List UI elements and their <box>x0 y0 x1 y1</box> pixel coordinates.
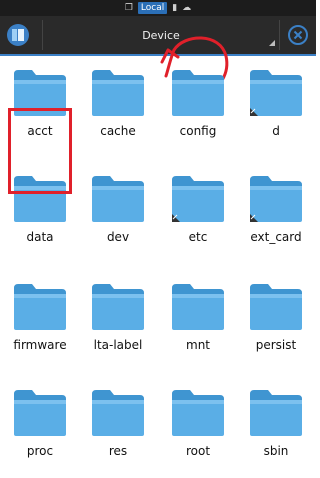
folder-label: config <box>179 124 217 138</box>
folder-label: etc <box>188 230 208 244</box>
local-indicator: Local <box>137 2 168 14</box>
status-bar: ❐ Local ▮ ☁ <box>0 0 316 16</box>
folder-label: firmware <box>13 338 67 352</box>
folder-label: mnt <box>186 338 210 352</box>
close-icon <box>288 25 308 45</box>
folder-icon <box>14 70 66 116</box>
folder-label: root <box>185 444 211 458</box>
folder-item[interactable]: mnt <box>162 272 234 372</box>
folder-icon <box>250 70 302 116</box>
folder-label: persist <box>255 338 297 352</box>
folder-label: cache <box>100 124 136 138</box>
folder-label: acct <box>27 124 53 138</box>
folder-label: lta-label <box>93 338 143 352</box>
folder-icon <box>250 284 302 330</box>
folder-item[interactable]: cache <box>82 58 154 158</box>
folder-item[interactable]: config <box>162 58 234 158</box>
toolbar: Device <box>0 16 316 56</box>
sd-card-icon: ▮ <box>172 3 178 13</box>
folder-icon <box>92 176 144 222</box>
folder-icon <box>250 390 302 436</box>
folder-label: res <box>108 444 128 458</box>
folder-icon <box>250 176 302 222</box>
cloud-icon: ☁ <box>182 3 192 13</box>
windows-button[interactable] <box>3 20 33 50</box>
folder-icon <box>92 70 144 116</box>
folder-icon <box>172 284 224 330</box>
folder-label: proc <box>26 444 54 458</box>
folder-label: dev <box>106 230 130 244</box>
folder-item[interactable]: res <box>82 378 154 478</box>
path-selector[interactable]: Device <box>42 20 280 50</box>
folder-item[interactable]: firmware <box>4 272 76 372</box>
folder-item[interactable]: ext_card <box>240 164 312 264</box>
copy-icon: ❐ <box>124 3 133 13</box>
windows-icon <box>7 24 29 46</box>
folder-item[interactable]: persist <box>240 272 312 372</box>
folder-item[interactable]: proc <box>4 378 76 478</box>
folder-item[interactable]: dev <box>82 164 154 264</box>
folder-grid: acct cache config d data dev etc ext_cardfirmwa… <box>0 58 316 466</box>
folder-item[interactable]: root <box>162 378 234 478</box>
folder-icon <box>14 284 66 330</box>
dropdown-indicator-icon <box>269 40 275 46</box>
folder-item[interactable]: d <box>240 58 312 158</box>
folder-item[interactable]: sbin <box>240 378 312 478</box>
close-button[interactable] <box>285 22 311 48</box>
folder-icon <box>172 390 224 436</box>
folder-icon <box>14 176 66 222</box>
folder-item[interactable]: acct <box>4 58 76 158</box>
folder-item[interactable]: lta-label <box>82 272 154 372</box>
folder-item[interactable]: data <box>4 164 76 264</box>
folder-icon <box>92 390 144 436</box>
folder-label: sbin <box>263 444 289 458</box>
folder-icon <box>92 284 144 330</box>
folder-icon <box>172 176 224 222</box>
folder-icon <box>14 390 66 436</box>
page-title: Device <box>142 28 180 42</box>
folder-label: ext_card <box>250 230 302 244</box>
folder-item[interactable]: etc <box>162 164 234 264</box>
folder-label: data <box>26 230 54 244</box>
folder-label: d <box>272 124 280 138</box>
folder-icon <box>172 70 224 116</box>
